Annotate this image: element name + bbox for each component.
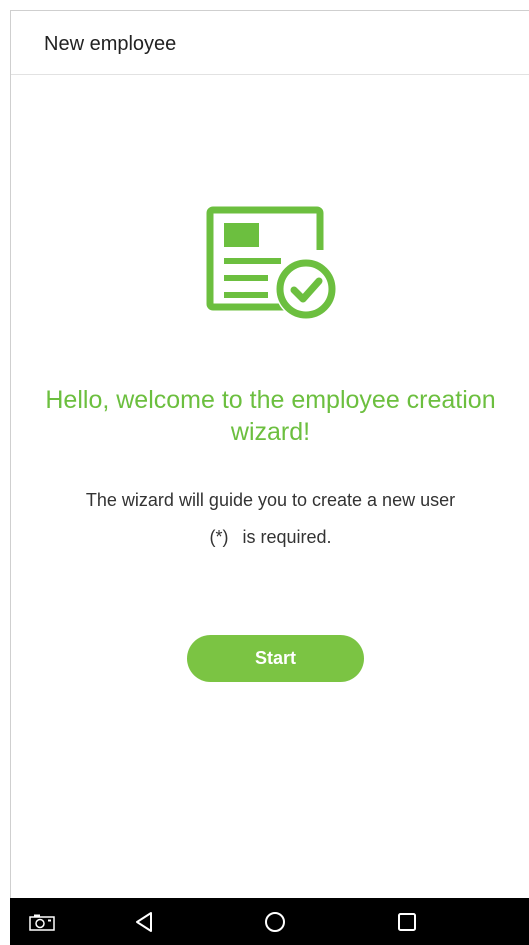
app-bar: New employee [11,11,529,75]
recents-icon[interactable] [385,898,429,945]
required-note: (*) is required. [11,526,529,548]
start-button[interactable]: Start [187,635,364,682]
employee-card-check-icon [206,206,342,324]
screenshot-icon[interactable] [20,898,64,945]
home-icon[interactable] [253,898,297,945]
required-text: is required. [242,527,332,547]
welcome-heading: Hello, welcome to the employee creation … [45,386,496,446]
system-nav-bar [10,898,529,945]
back-icon[interactable] [122,898,166,945]
required-mark: (*) [209,527,229,547]
page-title: New employee [44,33,177,55]
device-frame: New employee Hello, welcome to the emplo… [0,0,529,945]
guide-text: The wizard will guide you to create a ne… [85,490,456,510]
app-screen: New employee Hello, welcome to the emplo… [10,10,529,898]
